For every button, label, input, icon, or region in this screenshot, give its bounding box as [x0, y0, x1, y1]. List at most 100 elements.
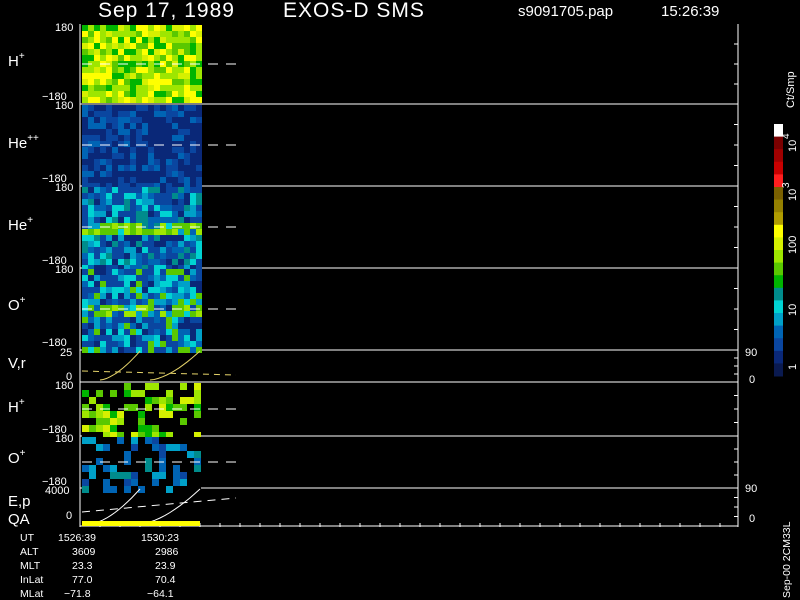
heat-cell-hepp — [178, 117, 184, 123]
heat-cell-hepp — [178, 171, 184, 177]
heat-cell-op1 — [184, 275, 190, 281]
heat-cell-hepp — [100, 171, 106, 177]
heat-cell-op1 — [106, 293, 112, 299]
heat-cell-hep — [100, 211, 106, 217]
heat-cell-op1 — [112, 287, 118, 293]
heat-cell-op1 — [100, 287, 106, 293]
heat-cell-hepp — [184, 141, 190, 147]
heat-cell-op1 — [178, 335, 184, 341]
heat-cell-op1 — [196, 275, 202, 281]
heat-cell-hp2 — [173, 397, 180, 404]
heat-cell-op2 — [159, 486, 166, 493]
heat-cell-hepp — [196, 135, 202, 141]
heat-cell-op2 — [82, 465, 89, 472]
heat-cell-hp2 — [138, 404, 145, 411]
heat-cell-hp1 — [160, 67, 166, 73]
heat-cell-hep — [118, 253, 124, 259]
ephem-alt-end: 2986 — [155, 546, 179, 558]
heat-cell-hp1 — [88, 73, 94, 79]
heat-cell-hp1 — [160, 73, 166, 79]
colorbar-swatch — [774, 149, 783, 163]
heat-cell-hp1 — [94, 97, 100, 103]
heat-cell-hp2 — [110, 425, 117, 432]
heat-cell-hep — [196, 211, 202, 217]
heat-cell-hep — [100, 229, 106, 235]
heat-cell-op1 — [130, 299, 136, 305]
heat-cell-hepp — [100, 129, 106, 135]
heat-cell-hepp — [148, 129, 154, 135]
heat-cell-hep — [100, 193, 106, 199]
heat-cell-op1 — [112, 341, 118, 347]
tick-hepp-top: 180 — [55, 100, 73, 112]
heat-cell-hepp — [142, 165, 148, 171]
heat-cell-hp1 — [118, 79, 124, 85]
heat-cell-hep — [190, 193, 196, 199]
heat-cell-hepp — [88, 165, 94, 171]
heat-cell-hep — [88, 259, 94, 265]
heat-cell-op1 — [148, 329, 154, 335]
heat-cell-hp1 — [178, 97, 184, 103]
heat-cell-op1 — [112, 299, 118, 305]
heat-cell-hp1 — [184, 91, 190, 97]
heat-cell-hp1 — [82, 85, 88, 91]
heat-cell-op1 — [178, 323, 184, 329]
heat-cell-hepp — [124, 171, 130, 177]
heat-cell-hepp — [112, 105, 118, 111]
heat-cell-hepp — [118, 171, 124, 177]
heat-cell-hep — [100, 241, 106, 247]
heat-cell-hep — [82, 205, 88, 211]
heat-cell-hep — [136, 205, 142, 211]
heat-cell-op1 — [136, 305, 142, 311]
heat-cell-hepp — [184, 153, 190, 159]
heat-cell-hp1 — [154, 67, 160, 73]
panel-label-hepp: He++ — [8, 133, 39, 152]
ephem-ut-end: 1530:23 — [141, 532, 179, 544]
heat-cell-op1 — [88, 293, 94, 299]
heat-cell-hp2 — [138, 397, 145, 404]
heat-cell-hep — [154, 217, 160, 223]
heat-cell-hep — [124, 205, 130, 211]
heat-cell-hep — [190, 235, 196, 241]
heat-cell-op1 — [106, 269, 112, 275]
vr-trace — [99, 350, 201, 381]
heat-cell-op1 — [196, 317, 202, 323]
heat-cell-hep — [106, 217, 112, 223]
heat-cell-hepp — [94, 171, 100, 177]
heat-cell-hep — [124, 229, 130, 235]
heat-cell-op2 — [124, 444, 131, 451]
heat-cell-hep — [112, 235, 118, 241]
heat-cell-op1 — [82, 305, 88, 311]
heat-cell-hepp — [118, 135, 124, 141]
heat-cell-hepp — [196, 117, 202, 123]
heat-cell-hep — [184, 223, 190, 229]
heat-cell-op1 — [148, 317, 154, 323]
heat-cell-hepp — [142, 105, 148, 111]
heat-cell-hepp — [124, 129, 130, 135]
heat-cell-op1 — [142, 275, 148, 281]
heat-cell-hp1 — [100, 49, 106, 55]
heat-cell-hep — [172, 247, 178, 253]
heat-cell-hep — [106, 235, 112, 241]
heat-cell-op2 — [131, 472, 138, 479]
heat-cell-hep — [166, 241, 172, 247]
heat-cell-op2 — [180, 437, 187, 444]
heat-cell-hepp — [190, 177, 196, 183]
tick-vr-right-top: 90 — [745, 347, 757, 359]
heat-cell-hepp — [136, 123, 142, 129]
header-date: Sep 17, 1989 — [98, 0, 235, 22]
heat-cell-hep — [154, 235, 160, 241]
heat-cell-op2 — [117, 479, 124, 486]
heat-cell-hp1 — [112, 43, 118, 49]
heat-cell-hepp — [160, 159, 166, 165]
heat-cell-hp1 — [112, 97, 118, 103]
heat-cell-hepp — [154, 177, 160, 183]
heat-cell-hp2 — [138, 383, 145, 390]
heat-cell-hp1 — [148, 31, 154, 37]
heat-cell-hepp — [112, 171, 118, 177]
heat-cell-hp2 — [131, 404, 138, 411]
heat-cell-op1 — [124, 299, 130, 305]
heat-cell-op1 — [136, 269, 142, 275]
heat-cell-hp1 — [142, 43, 148, 49]
heat-cell-op1 — [184, 281, 190, 287]
heat-cell-hp1 — [148, 25, 154, 31]
